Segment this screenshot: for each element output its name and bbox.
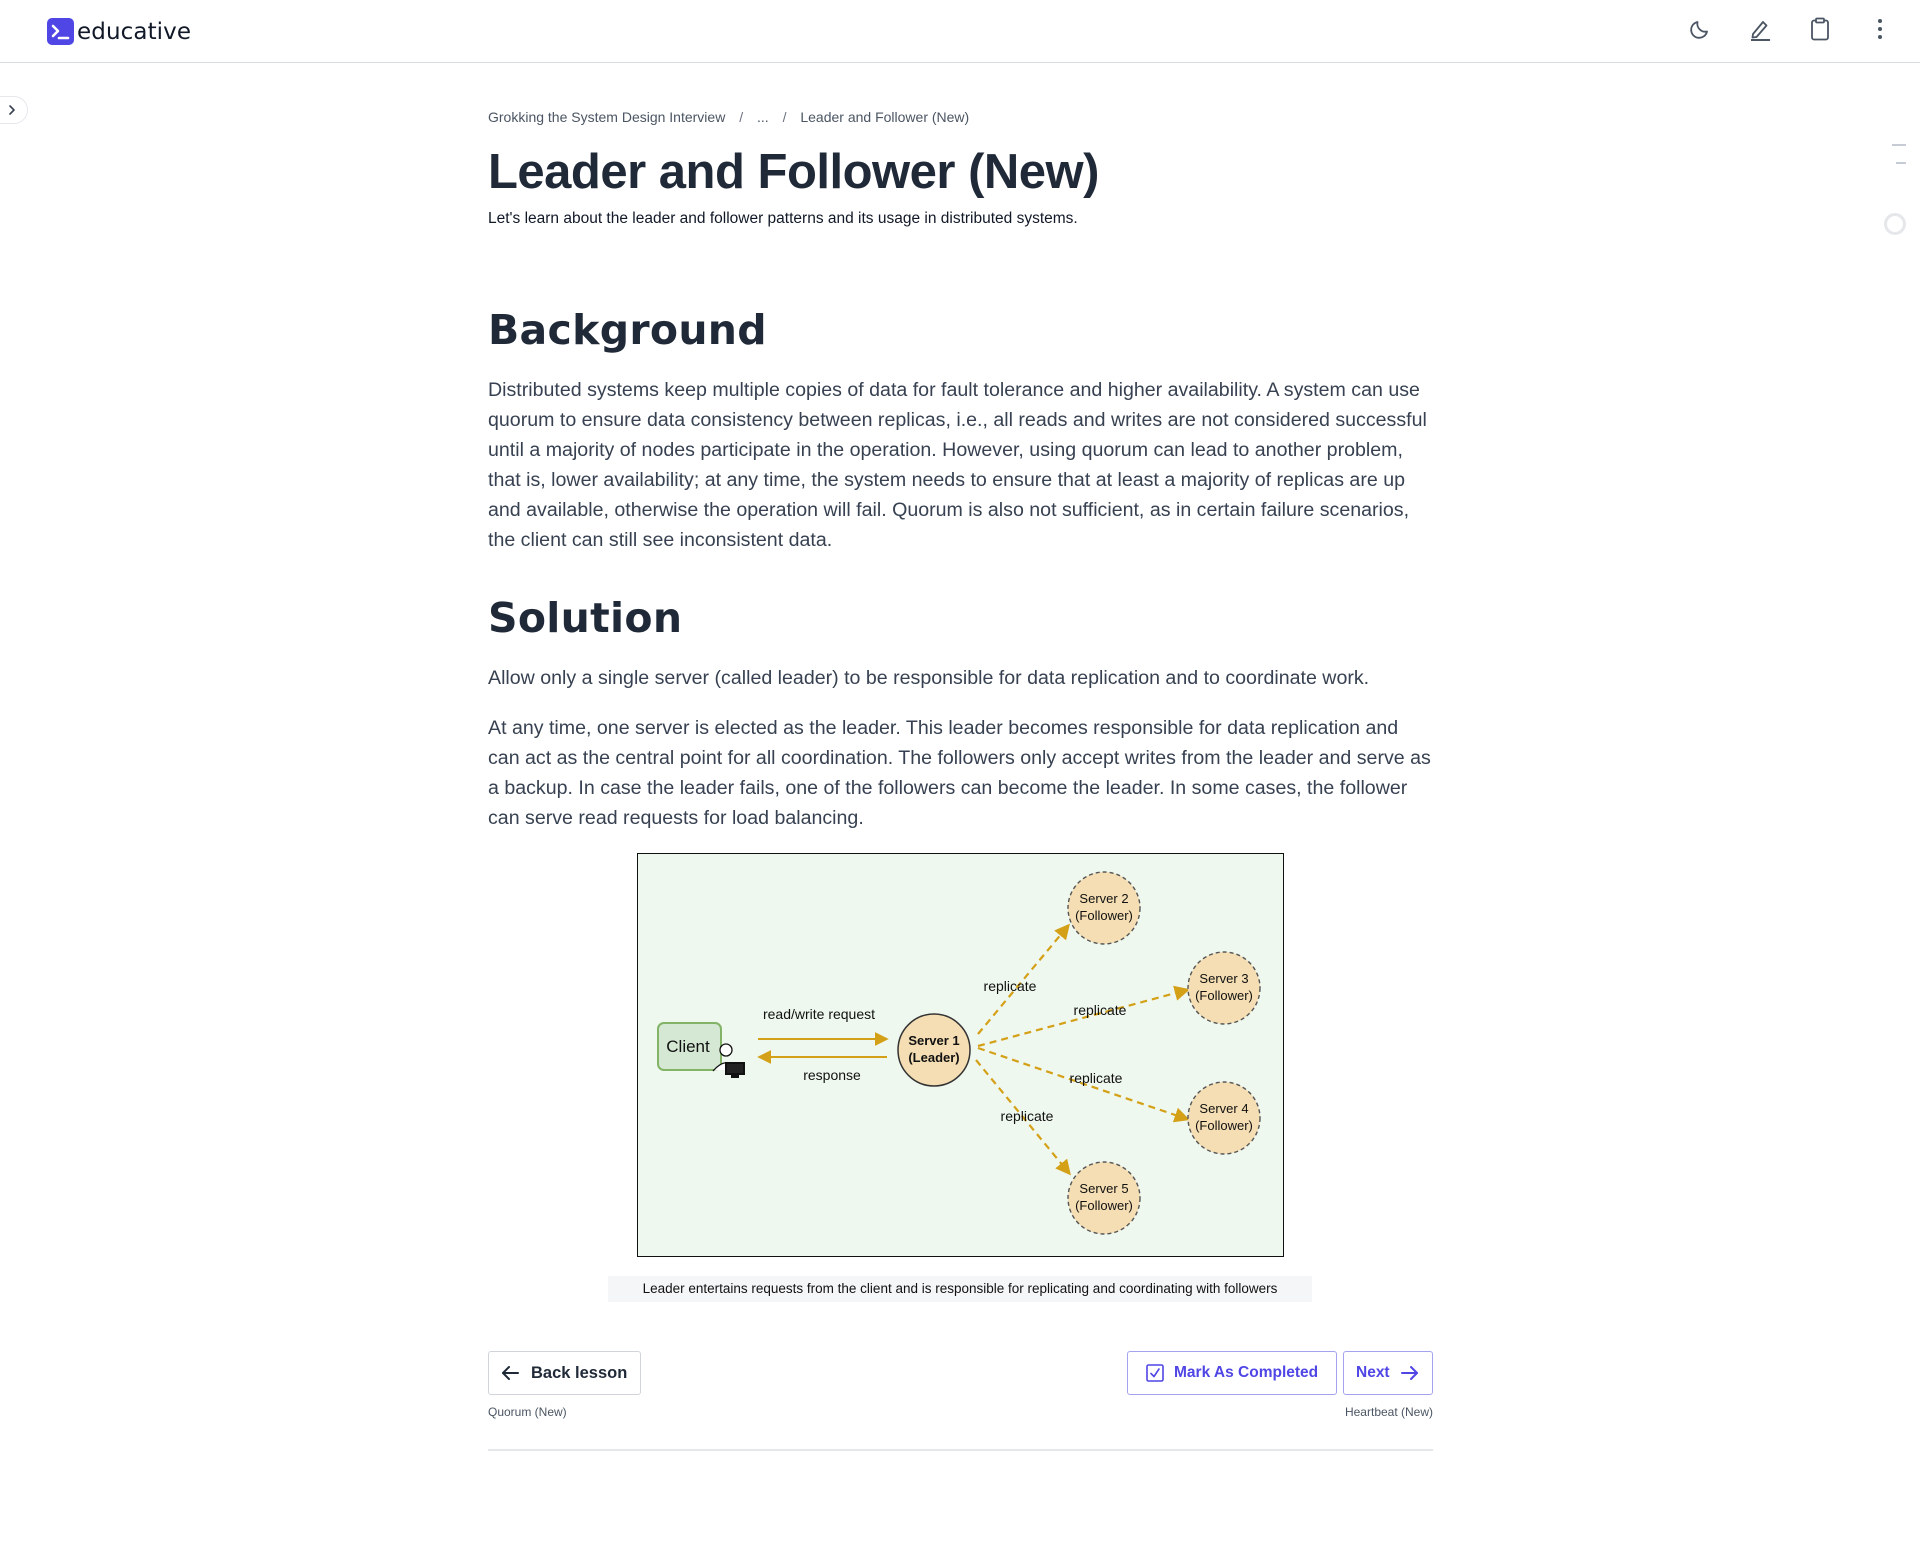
arrow-left-icon bbox=[502, 1366, 519, 1380]
solution-heading: Solution bbox=[488, 594, 683, 642]
breadcrumb-separator: / bbox=[739, 109, 744, 125]
response-label: response bbox=[803, 1067, 861, 1083]
mark-completed-label: Mark As Completed bbox=[1174, 1364, 1319, 1381]
follower-name: Server 5 bbox=[1079, 1181, 1128, 1196]
breadcrumb: Grokking the System Design Interview / .… bbox=[488, 109, 977, 125]
follower-name: Server 2 bbox=[1079, 891, 1128, 906]
content-divider bbox=[488, 1449, 1433, 1451]
toc-marker[interactable] bbox=[1896, 162, 1906, 164]
solution-paragraph-2: At any time, one server is elected as th… bbox=[488, 717, 1431, 829]
mark-completed-button[interactable]: Mark As Completed bbox=[1127, 1351, 1337, 1395]
progress-ring bbox=[1884, 213, 1906, 235]
diagram-caption: Leader entertains requests from the clie… bbox=[608, 1276, 1312, 1302]
back-lesson-button[interactable]: Back lesson bbox=[488, 1351, 641, 1395]
solution-paragraph-1: Allow only a single server (called leade… bbox=[488, 667, 1370, 689]
clipboard-icon[interactable] bbox=[1805, 14, 1835, 44]
follower-role: (Follower) bbox=[1075, 1198, 1133, 1213]
background-paragraph: Distributed systems keep multiple copies… bbox=[488, 379, 1427, 551]
client-label: Client bbox=[666, 1037, 710, 1056]
breadcrumb-separator: / bbox=[782, 109, 787, 125]
replicate-label: replicate bbox=[984, 978, 1037, 994]
next-lesson-label: Next bbox=[1356, 1364, 1390, 1381]
follower-role: (Follower) bbox=[1195, 988, 1253, 1003]
replicate-label: replicate bbox=[1001, 1108, 1054, 1124]
next-lesson-button[interactable]: Next bbox=[1343, 1351, 1433, 1395]
follower-name: Server 4 bbox=[1199, 1101, 1248, 1116]
page-subtitle: Let's learn about the leader and followe… bbox=[488, 210, 1078, 227]
toc-marker[interactable] bbox=[1892, 144, 1906, 146]
page-title: Leader and Follower (New) bbox=[488, 145, 1099, 199]
logo-text: educative bbox=[77, 18, 192, 45]
replicate-label: replicate bbox=[1070, 1070, 1123, 1086]
leader-name: Server 1 bbox=[908, 1033, 959, 1048]
breadcrumb-current: Leader and Follower (New) bbox=[800, 109, 970, 125]
request-label: read/write request bbox=[763, 1006, 875, 1022]
next-lesson-title[interactable]: Heartbeat (New) bbox=[1345, 1405, 1433, 1419]
breadcrumb-course-link[interactable]: Grokking the System Design Interview bbox=[488, 109, 725, 125]
arrow-right-icon bbox=[1400, 1366, 1418, 1380]
leader-role: (Leader) bbox=[908, 1050, 959, 1065]
replicate-label: replicate bbox=[1074, 1002, 1127, 1018]
back-lesson-label: Back lesson bbox=[531, 1363, 628, 1382]
follower-role: (Follower) bbox=[1075, 908, 1133, 923]
logo-mark-icon bbox=[47, 18, 74, 45]
follower-name: Server 3 bbox=[1199, 971, 1248, 986]
pen-icon[interactable] bbox=[1745, 14, 1775, 44]
chevron-right-icon bbox=[9, 105, 15, 115]
more-vertical-icon[interactable] bbox=[1865, 14, 1895, 44]
educative-logo[interactable]: educative bbox=[47, 18, 191, 45]
top-bar: educative bbox=[0, 0, 1920, 63]
checkbox-icon bbox=[1146, 1364, 1164, 1382]
moon-icon[interactable] bbox=[1685, 14, 1715, 44]
previous-lesson-title[interactable]: Quorum (New) bbox=[488, 1405, 567, 1419]
background-heading: Background bbox=[488, 306, 767, 354]
breadcrumb-ellipsis[interactable]: ... bbox=[757, 109, 769, 125]
follower-role: (Follower) bbox=[1195, 1118, 1253, 1133]
leader-follower-diagram: Client read/write request response repli… bbox=[637, 853, 1284, 1257]
sidebar-toggle-button[interactable] bbox=[0, 96, 28, 124]
